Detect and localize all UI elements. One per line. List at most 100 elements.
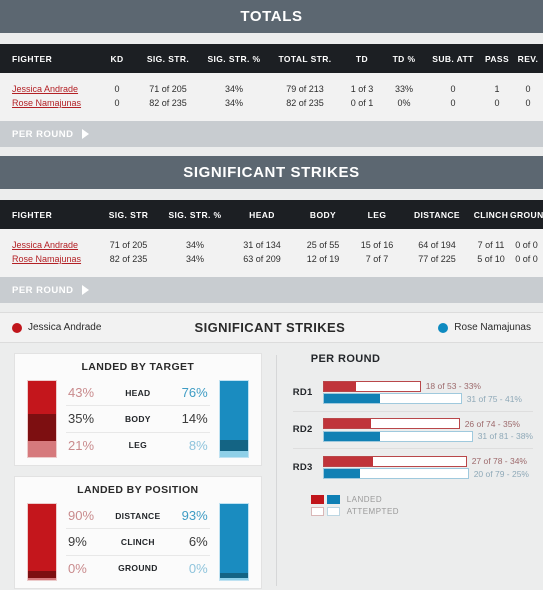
sigstr-col-sig-str: SIG. STR <box>97 200 160 229</box>
position-row-distance: 90% DISTANCE 93% <box>66 503 210 530</box>
totals-row0-sig-str: 71 of 205 <box>137 73 199 96</box>
legend-right-name: Rose Namajunas <box>454 322 531 333</box>
totals-per-round-toggle[interactable]: PER ROUND <box>0 121 543 147</box>
totals-row1-td-pct: 0% <box>383 96 425 121</box>
sigstr-col-ground: GROUND <box>510 200 543 229</box>
sigstr-row0-ground: 0 of 0 <box>510 229 543 252</box>
totals-row0-fighter: Jessica Andrade <box>0 73 97 96</box>
totals-row1-sig-str-pct: 34% <box>199 96 269 121</box>
chevron-right-icon <box>81 285 89 295</box>
totals-row0-td: 1 of 3 <box>341 73 383 96</box>
landed-by-target-chart: LANDED BY TARGET 43% HEAD 76% 35% BODY 1… <box>14 353 262 466</box>
target-rows: 43% HEAD 76% 35% BODY 14% 21% LEG 8% <box>66 380 210 458</box>
totals-table-wrap: FIGHTER KD SIG. STR. SIG. STR. % TOTAL S… <box>0 44 543 121</box>
landed-by-position-title: LANDED BY POSITION <box>77 484 199 496</box>
fighter-link[interactable]: Rose Namajunas <box>12 254 81 264</box>
round-bars-rd3: 27 of 78 - 34% 20 of 79 - 25% <box>322 454 533 481</box>
per-round-chart-title: PER ROUND <box>310 353 381 365</box>
position-distance-label: DISTANCE <box>115 510 161 521</box>
legend-red-attempted-swatch <box>310 506 324 516</box>
legend-blue-landed-swatch <box>326 494 340 504</box>
rd3-blue-landed-fill <box>323 469 361 478</box>
sigstr-row0-sig-str: 71 of 205 <box>97 229 160 252</box>
fighter-link[interactable]: Rose Namajunas <box>12 98 81 108</box>
target-red-head-segment <box>28 381 56 414</box>
rd2-red-bar-line: 26 of 74 - 35% <box>322 418 533 429</box>
position-ground-label: GROUND <box>118 563 158 574</box>
rd2-blue-value-text: 31 of 81 - 38% <box>477 431 533 441</box>
sigstr-row0-body: 25 of 55 <box>294 229 352 252</box>
sigstr-table-wrap: FIGHTER SIG. STR SIG. STR. % HEAD BODY L… <box>0 200 543 277</box>
chart-fighter-legend: Jessica Andrade SIGNIFICANT STRIKES Rose… <box>0 312 543 343</box>
target-leg-red-value: 21% <box>68 437 95 453</box>
per-round-legend: LANDED ATTEMPTED <box>293 494 533 516</box>
rd3-red-landed-fill <box>323 456 373 466</box>
table-row: Rose Namajunas 0 82 of 235 34% 82 of 235… <box>0 96 543 121</box>
target-blue-head-segment <box>219 381 248 440</box>
totals-col-rev: REV. <box>513 44 543 73</box>
rd2-blue-landed-fill <box>323 431 381 441</box>
landed-by-target-title: LANDED BY TARGET <box>81 361 195 373</box>
position-clinch-red-value: 9% <box>68 534 87 550</box>
round-block-rd2: RD2 26 of 74 - 35% 31 of 81 - 38% <box>292 412 533 449</box>
round-bars-rd1: 18 of 53 - 33% 31 of 75 - 41% <box>322 379 533 406</box>
target-body-blue-value: 14% <box>181 411 208 427</box>
position-blue-ground-segment <box>219 577 248 581</box>
fighter-link[interactable]: Jessica Andrade <box>12 84 78 94</box>
landed-by-position-body: 90% DISTANCE 93% 9% CLINCH 6% 0% GROUND <box>15 503 261 581</box>
sigstr-per-round-toggle[interactable]: PER ROUND <box>0 277 543 303</box>
totals-gap-strip <box>0 33 543 44</box>
fighter-link[interactable]: Jessica Andrade <box>12 240 78 250</box>
target-leg-label: LEG <box>128 440 148 451</box>
sigstr-col-body: BODY <box>294 200 352 229</box>
rd2-blue-attempted-track <box>322 430 473 442</box>
sigstr-col-leg: LEG <box>352 200 402 229</box>
totals-row1-rev: 0 <box>513 96 543 121</box>
rd3-blue-bar-line: 20 of 79 - 25% <box>322 468 533 479</box>
position-red-ground-segment <box>28 577 56 580</box>
totals-col-kd: KD <box>97 44 137 73</box>
sigstr-row1-clinch: 5 of 10 <box>472 252 510 277</box>
red-dot-icon <box>12 322 22 333</box>
totals-row0-rev: 0 <box>513 73 543 96</box>
legend-landed-row: LANDED <box>310 494 533 504</box>
sigstr-col-clinch: CLINCH <box>472 200 510 229</box>
landed-by-target-body: 43% HEAD 76% 35% BODY 14% 21% LEG 8% <box>15 380 261 458</box>
sigstr-row0-distance: 64 of 194 <box>402 229 472 252</box>
target-head-red-value: 43% <box>68 385 95 401</box>
rd1-blue-attempted-track <box>322 393 462 404</box>
sigstr-row0-clinch: 7 of 11 <box>472 229 510 252</box>
position-row-ground: 0% GROUND 0% <box>66 556 210 581</box>
totals-strip-under <box>0 147 543 156</box>
landed-by-position-chart: LANDED BY POSITION 90% DISTANCE 93% 9% C… <box>14 476 262 589</box>
round-label-rd1: RD1 <box>292 386 313 398</box>
legend-right-fighter: Rose Namajunas <box>438 322 531 333</box>
legend-attempted-label: ATTEMPTED <box>346 506 400 516</box>
totals-col-sig-str-pct: SIG. STR. % <box>199 44 269 73</box>
sigstr-col-fighter: FIGHTER <box>0 200 97 229</box>
totals-col-td: TD <box>341 44 383 73</box>
sigstr-table: FIGHTER SIG. STR SIG. STR. % HEAD BODY L… <box>0 200 543 277</box>
legend-left-name: Jessica Andrade <box>28 322 102 333</box>
sigstr-row0-leg: 15 of 16 <box>352 229 402 252</box>
sigstr-col-sig-str-pct: SIG. STR. % <box>160 200 230 229</box>
totals-row0-kd: 0 <box>97 73 137 96</box>
rd2-blue-bar-line: 31 of 81 - 38% <box>322 430 533 442</box>
totals-col-pass: PASS <box>481 44 513 73</box>
target-red-leg-segment <box>28 440 56 457</box>
table-row: Jessica Andrade 0 71 of 205 34% 79 of 21… <box>0 73 543 96</box>
per-round-chart: PER ROUND RD1 18 of 53 - 33% 31 of 75 - … <box>277 343 543 590</box>
position-red-clinch-segment <box>28 571 56 578</box>
round-block-rd1: RD1 18 of 53 - 33% 31 of 75 - 41% <box>292 374 533 412</box>
chevron-right-icon <box>81 129 89 139</box>
totals-row1-kd: 0 <box>97 96 137 121</box>
target-head-blue-value: 76% <box>181 385 208 401</box>
totals-row0-td-pct: 33% <box>383 73 425 96</box>
sigstr-col-distance: DISTANCE <box>402 200 472 229</box>
sigstr-row1-ground: 0 of 0 <box>510 252 543 277</box>
totals-row1-sig-str: 82 of 235 <box>137 96 199 121</box>
position-distance-red-value: 90% <box>68 508 95 524</box>
totals-title: TOTALS <box>240 8 303 25</box>
sigstr-row1-fighter: Rose Namajunas <box>0 252 97 277</box>
sigstr-gap-strip <box>0 189 543 200</box>
